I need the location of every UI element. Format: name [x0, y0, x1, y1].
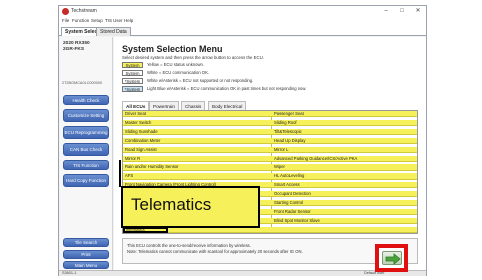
page-description: Select desired system and then press the… — [122, 55, 264, 60]
ecu-cell[interactable]: Blind Spot Monitor Slave — [274, 218, 414, 224]
title-bar: Techstream – □ ✕ — [59, 6, 426, 17]
ecu-cell[interactable]: Driver Seat — [125, 111, 270, 117]
can-bus-check-button[interactable]: CAN Bus Check — [63, 143, 109, 156]
ecu-cell[interactable]: Front Radar Sensor — [274, 209, 414, 215]
legend-row: System Yellow = ECU status unknown. — [122, 62, 322, 68]
info-line: This ECU controls the one-to-send/receiv… — [127, 243, 251, 248]
menu-bar: File Function Setup TIS User Help — [59, 17, 426, 25]
ecu-cell[interactable]: Combination Meter — [125, 138, 270, 144]
legend-row: *System Light Blue w/Asterisk = ECU comm… — [122, 86, 322, 92]
ecu-cell[interactable]: AFS — [125, 173, 270, 179]
table-row[interactable]: Combination Meter Head Up Display — [123, 137, 417, 144]
vehicle-engine: 2GR-FKS — [63, 47, 85, 52]
legend-box: System — [122, 62, 143, 68]
menu-file[interactable]: File — [62, 18, 69, 23]
app-title: Techstream — [71, 8, 97, 14]
ecu-reprogramming-button[interactable]: ECU Reprogramming — [63, 126, 109, 139]
ecu-cell[interactable]: Sliding Sunshade — [125, 129, 270, 135]
ecu-cell[interactable]: Occupant Detection — [274, 191, 414, 197]
main-menu-button[interactable]: Main Menu — [63, 261, 109, 269]
callout-connector — [119, 160, 121, 187]
menu-help[interactable]: Help — [124, 18, 133, 23]
next-arrow-button[interactable] — [382, 251, 402, 265]
ecu-cell[interactable]: Master Switch — [125, 120, 270, 126]
table-row[interactable]: AFS HL AutoLeveling — [123, 173, 417, 180]
maximize-button[interactable]: □ — [395, 7, 409, 16]
legend-box: System — [122, 70, 143, 76]
table-row[interactable]: Driver Seat Passenger Seat — [123, 111, 417, 118]
legend-row: System White = ECU communication OK. — [122, 70, 322, 76]
table-row[interactable]: Mirror R Advanced Parking Guidance/ICS/Ac… — [123, 155, 417, 162]
legend-box: *System — [122, 86, 143, 92]
health-check-button[interactable]: Health Check — [63, 95, 109, 105]
ecu-cell[interactable]: Smart Access — [274, 182, 414, 188]
main-panel: System Selection Menu Select desired sys… — [114, 37, 426, 270]
right-arrow-icon — [385, 253, 401, 265]
status-code: S3601-1 — [62, 271, 77, 275]
legend-box: *System — [122, 78, 143, 84]
print-button[interactable]: Print — [63, 250, 109, 259]
menu-tis[interactable]: TIS — [105, 18, 112, 23]
ecu-cell[interactable]: Mirror R — [125, 156, 270, 162]
tab-powertrain[interactable]: Powertrain — [149, 101, 179, 110]
hard-copy-function-button[interactable]: Hard Copy Function — [63, 174, 109, 187]
legend-row: *System White w/Asterisk = ECU not suppo… — [122, 78, 322, 84]
vin-number: 2T2BGMCA0LC000000 — [62, 81, 103, 85]
tis-function-button[interactable]: TIS Function — [63, 160, 109, 170]
tab-stored-data[interactable]: Stored Data — [96, 27, 131, 36]
next-button-highlight — [375, 244, 408, 272]
ecu-cell[interactable]: Advanced Parking Guidance/ICS/Active PKA — [274, 156, 414, 162]
menu-user[interactable]: User — [113, 18, 123, 23]
customize-setting-button[interactable]: Customize Setting — [63, 109, 109, 122]
telematics-callout: Telematics — [121, 186, 260, 228]
table-row[interactable]: Rain and/or Humidity Sensor Wiper — [123, 164, 417, 171]
table-row[interactable]: Road Sign Assist Mirror L — [123, 146, 417, 153]
menu-function[interactable]: Function — [72, 18, 89, 23]
table-row[interactable]: Master Switch Sliding Roof — [123, 119, 417, 127]
table-row[interactable]: Sliding Sunshade Tilt&Telescopic — [123, 128, 417, 136]
ecu-cell[interactable]: Wiper — [274, 164, 414, 170]
ecu-cell[interactable]: Sliding Roof — [274, 120, 414, 126]
techstream-window: Techstream – □ ✕ File Function Setup TIS… — [58, 5, 427, 276]
ecu-cell[interactable]: Head Up Display — [274, 138, 414, 144]
tab-body-electrical[interactable]: Body Electrical — [208, 101, 247, 110]
ecu-info-box: This ECU controls the one-to-send/receiv… — [122, 238, 418, 264]
tab-chassis[interactable]: Chassis — [181, 101, 206, 110]
menu-setup[interactable]: Setup — [91, 18, 103, 23]
callout-label: Telematics — [131, 195, 212, 214]
app-logo-icon — [62, 8, 69, 15]
ecu-cell[interactable]: Passenger Seat — [274, 111, 414, 117]
vehicle-info: 2020 RX350 2GR-FKS — [63, 41, 90, 53]
ecu-cell[interactable]: Tilt&Telescopic — [274, 129, 414, 135]
status-bar: S3601-1 Default user — [59, 270, 426, 276]
ecu-cell[interactable]: Road Sign Assist — [125, 147, 270, 153]
info-line: Note: Telematics cannot communicate with… — [127, 249, 303, 254]
legend-text: White = ECU communication OK. — [147, 70, 210, 75]
ecu-cell[interactable]: Starting Control — [274, 200, 414, 206]
legend-text: White w/Asterisk = ECU not supported or … — [147, 78, 254, 83]
close-button[interactable]: ✕ — [411, 7, 425, 16]
minimize-button[interactable]: – — [379, 7, 393, 16]
tab-all-ecus[interactable]: All ECUs — [122, 101, 150, 110]
ecu-cell[interactable]: Rain and/or Humidity Sensor — [125, 164, 270, 170]
ecu-category-tabs: All ECUs Powertrain Chassis Body Electri… — [122, 101, 422, 110]
legend-text: Yellow = ECU status unknown. — [147, 62, 204, 67]
page-title: System Selection Menu — [122, 44, 223, 54]
tile-search-button[interactable]: Tile Search — [63, 238, 109, 247]
ecu-cell[interactable]: Mirror L — [274, 147, 414, 153]
sidebar: 2020 RX350 2GR-FKS 2T2BGMCA0LC000000 Hea… — [60, 37, 113, 270]
ecu-cell[interactable]: HL AutoLeveling — [274, 173, 414, 179]
legend-text: Light Blue w/Asterisk = ECU communicatio… — [147, 86, 307, 91]
top-tab-bar: System Select Stored Data — [59, 25, 426, 36]
